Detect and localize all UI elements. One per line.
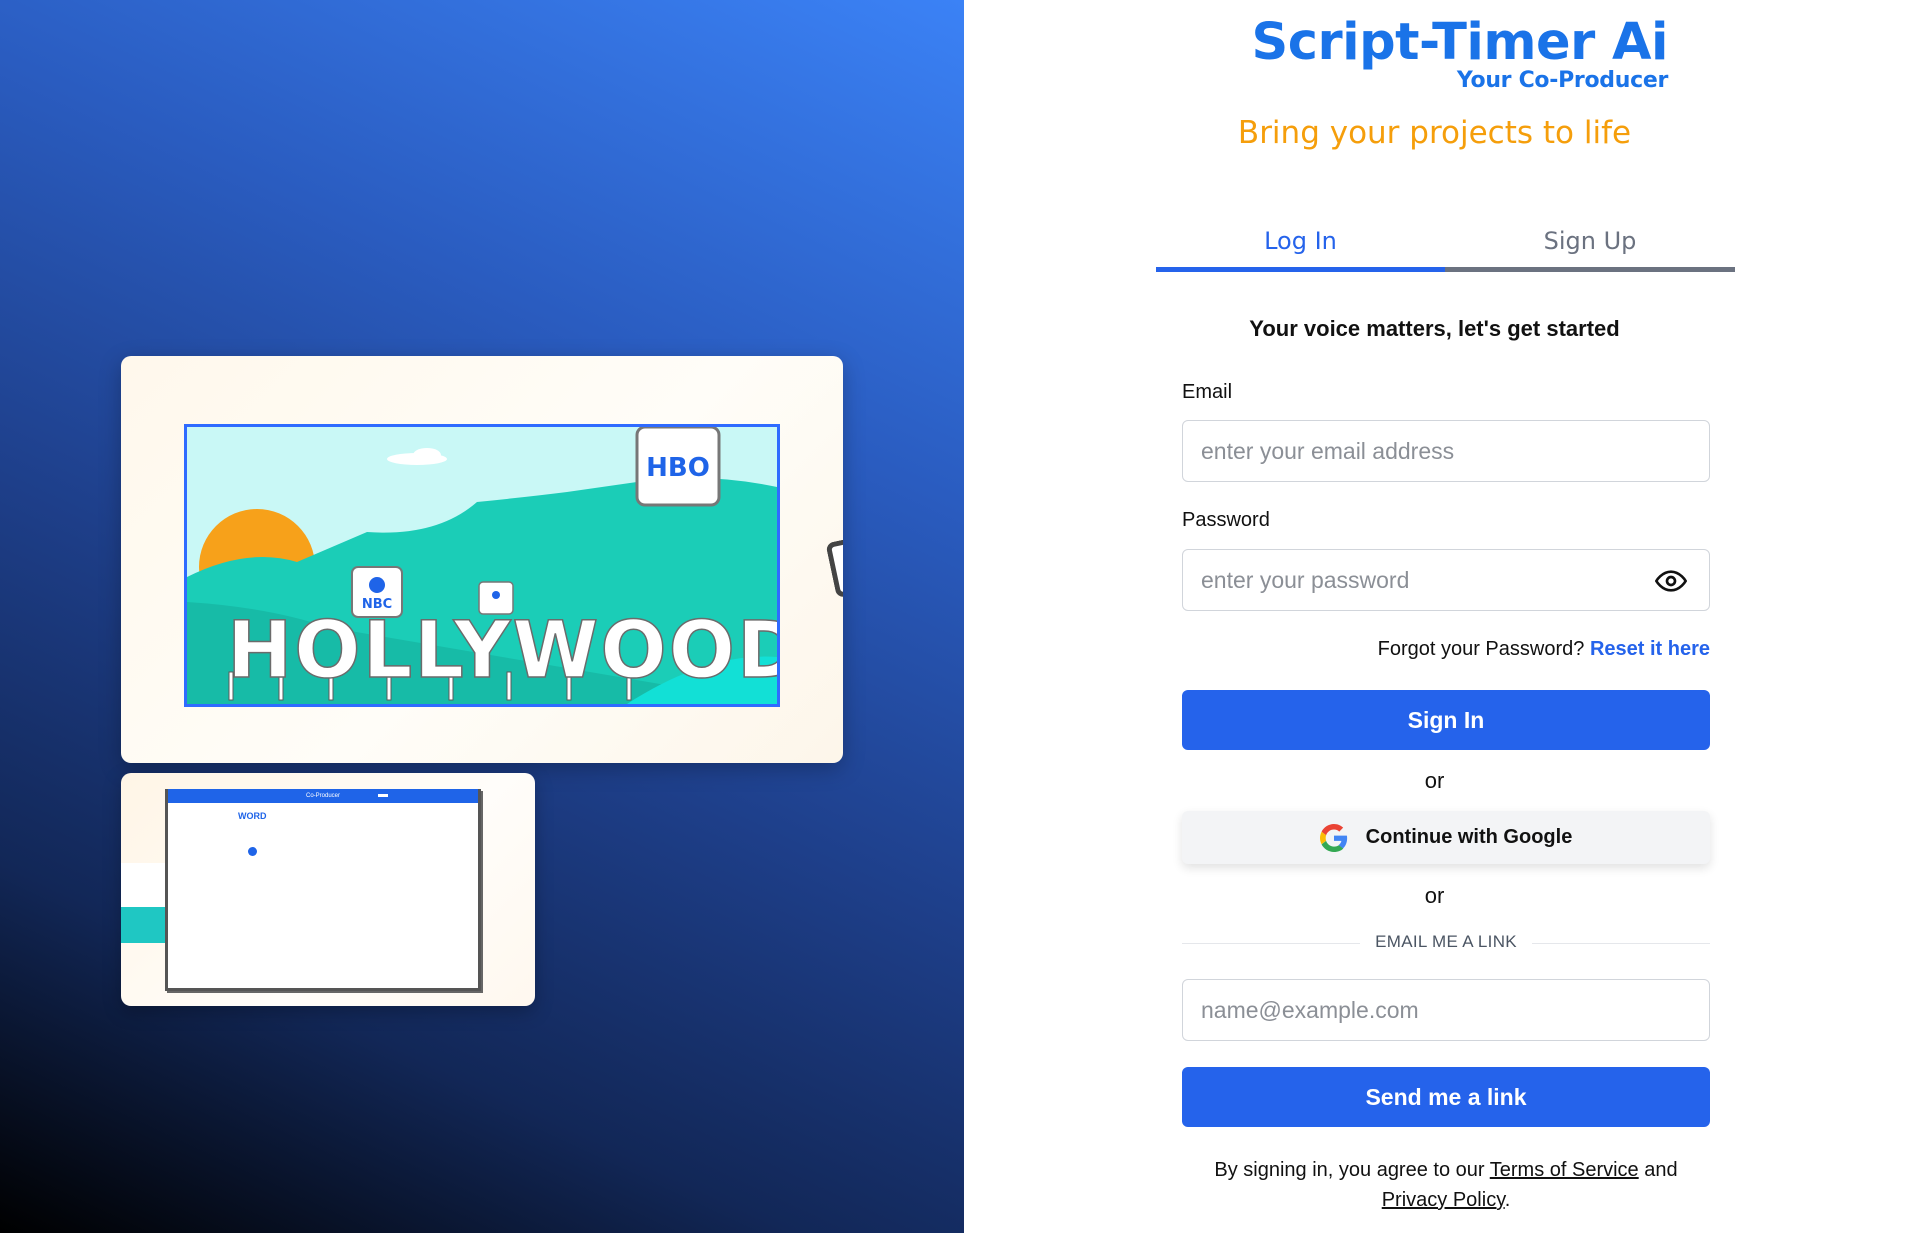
reset-password-link[interactable]: Reset it here bbox=[1590, 638, 1710, 660]
mini-thumbnail bbox=[121, 863, 165, 943]
brand-logo: Script-Timer Ai Your Co-Producer bbox=[1228, 12, 1668, 92]
brand-title: Script-Timer Ai bbox=[1251, 13, 1668, 72]
legal-notice: By signing in, you agree to our Terms of… bbox=[1214, 1159, 1678, 1211]
google-button-label: Continue with Google bbox=[1365, 826, 1573, 848]
email-link-divider-text: EMAIL ME A LINK bbox=[1375, 932, 1517, 951]
email-input[interactable] bbox=[1182, 420, 1710, 482]
terms-of-service-link[interactable]: Terms of Service bbox=[1490, 1159, 1639, 1181]
tab-log-in[interactable]: Log In bbox=[1156, 220, 1445, 272]
email-link-divider: EMAIL ME A LINK bbox=[1182, 932, 1710, 956]
privacy-policy-link[interactable]: Privacy Policy bbox=[1382, 1189, 1505, 1211]
hero-panel: HOLLYWOOD NBC HBO Co-Producer WORD bbox=[0, 0, 964, 1233]
send-link-button[interactable]: Send me a link bbox=[1182, 1067, 1710, 1127]
hollywood-scene-graphic: HOLLYWOOD NBC HBO bbox=[187, 427, 777, 704]
preview-card-hollywood: HOLLYWOOD NBC HBO bbox=[121, 356, 843, 763]
sign-in-button[interactable]: Sign In bbox=[1182, 690, 1710, 750]
show-password-eye-icon[interactable] bbox=[1654, 564, 1688, 598]
tab-sign-up[interactable]: Sign Up bbox=[1445, 220, 1735, 272]
email-label: Email bbox=[1182, 381, 1233, 403]
mini-window-titlebar: Co-Producer bbox=[168, 789, 478, 803]
magic-link-email-input[interactable] bbox=[1182, 979, 1710, 1041]
tagline: Bring your projects to life bbox=[1237, 115, 1632, 151]
mini-cursor-dot bbox=[248, 847, 257, 856]
svg-text:NBC: NBC bbox=[362, 597, 392, 612]
password-input[interactable] bbox=[1182, 549, 1710, 611]
hbo-badge: HBO bbox=[635, 427, 721, 507]
or-separator-2: or bbox=[1424, 883, 1445, 908]
form-headline: Your voice matters, let's get started bbox=[1249, 316, 1620, 341]
continue-with-google-button[interactable]: Continue with Google bbox=[1182, 811, 1710, 864]
nbc-badge: NBC bbox=[351, 566, 403, 618]
auth-panel: Script-Timer Ai Your Co-Producer Bring y… bbox=[964, 0, 1905, 1233]
forgot-password-text: Forgot your Password? bbox=[1377, 638, 1585, 660]
google-icon bbox=[1319, 823, 1347, 852]
mini-window-word: WORD bbox=[238, 811, 267, 821]
hollywood-sign-text: HOLLYWOOD bbox=[227, 606, 777, 696]
svg-text:HBO: HBO bbox=[646, 453, 710, 483]
small-badge bbox=[478, 581, 514, 615]
mini-editor-window: Co-Producer WORD bbox=[165, 789, 481, 991]
password-label: Password bbox=[1182, 509, 1270, 531]
carousel-handle bbox=[825, 539, 843, 599]
or-separator-1: or bbox=[1424, 768, 1445, 793]
forgot-password: Forgot your Password? Reset it here bbox=[1378, 638, 1710, 661]
auth-tabs: Log In Sign Up bbox=[1156, 220, 1735, 272]
preview-card-editor: Co-Producer WORD bbox=[121, 773, 535, 1006]
hollywood-illustration: HOLLYWOOD NBC HBO bbox=[184, 424, 780, 707]
